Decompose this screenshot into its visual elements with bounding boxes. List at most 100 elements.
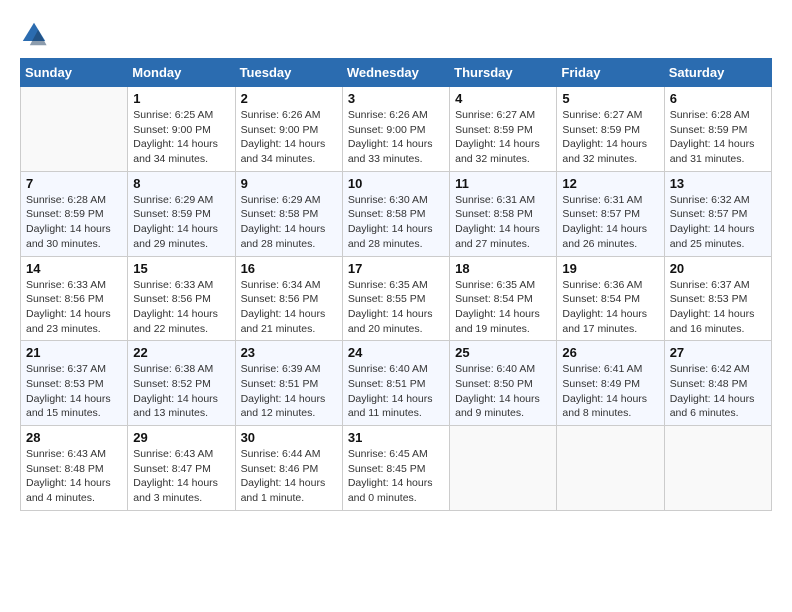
day-number: 23 [241,345,337,360]
calendar-cell: 10 Sunrise: 6:30 AMSunset: 8:58 PMDayligh… [342,171,449,256]
day-info: Sunrise: 6:42 AMSunset: 8:48 PMDaylight:… [670,362,766,421]
day-number: 17 [348,261,444,276]
day-number: 5 [562,91,658,106]
day-info: Sunrise: 6:37 AMSunset: 8:53 PMDaylight:… [26,362,122,421]
calendar-cell: 26 Sunrise: 6:41 AMSunset: 8:49 PMDayligh… [557,341,664,426]
calendar-cell: 11 Sunrise: 6:31 AMSunset: 8:58 PMDayligh… [450,171,557,256]
calendar-cell: 20 Sunrise: 6:37 AMSunset: 8:53 PMDayligh… [664,256,771,341]
calendar-cell: 31 Sunrise: 6:45 AMSunset: 8:45 PMDayligh… [342,426,449,511]
calendar-cell: 17 Sunrise: 6:35 AMSunset: 8:55 PMDayligh… [342,256,449,341]
day-info: Sunrise: 6:29 AMSunset: 8:58 PMDaylight:… [241,193,337,252]
day-info: Sunrise: 6:31 AMSunset: 8:58 PMDaylight:… [455,193,551,252]
day-number: 14 [26,261,122,276]
calendar-cell: 30 Sunrise: 6:44 AMSunset: 8:46 PMDayligh… [235,426,342,511]
calendar-cell: 8Sunrise: 6:29 AMSunset: 8:59 PMDaylight… [128,171,235,256]
calendar-table: SundayMondayTuesdayWednesdayThursdayFrid… [20,58,772,511]
day-info: Sunrise: 6:33 AMSunset: 8:56 PMDaylight:… [26,278,122,337]
day-number: 11 [455,176,551,191]
calendar-cell: 29 Sunrise: 6:43 AMSunset: 8:47 PMDayligh… [128,426,235,511]
day-info: Sunrise: 6:32 AMSunset: 8:57 PMDaylight:… [670,193,766,252]
calendar-cell [557,426,664,511]
calendar-cell [21,87,128,172]
calendar-cell: 12 Sunrise: 6:31 AMSunset: 8:57 PMDayligh… [557,171,664,256]
calendar-cell: 21 Sunrise: 6:37 AMSunset: 8:53 PMDayligh… [21,341,128,426]
day-number: 29 [133,430,229,445]
day-header-monday: Monday [128,59,235,87]
day-info: Sunrise: 6:28 AMSunset: 8:59 PMDaylight:… [26,193,122,252]
calendar-cell: 5 Sunrise: 6:27 AMSunset: 8:59 PMDaylight… [557,87,664,172]
calendar-cell: 22 Sunrise: 6:38 AMSunset: 8:52 PMDayligh… [128,341,235,426]
day-info: Sunrise: 6:26 AMSunset: 9:00 PMDaylight:… [348,108,444,167]
calendar-cell [664,426,771,511]
calendar-cell: 3 Sunrise: 6:26 AMSunset: 9:00 PMDaylight… [342,87,449,172]
day-number: 28 [26,430,122,445]
day-info: Sunrise: 6:27 AMSunset: 8:59 PMDaylight:… [562,108,658,167]
day-number: 3 [348,91,444,106]
day-number: 8 [133,176,229,191]
day-header-wednesday: Wednesday [342,59,449,87]
calendar-cell: 9 Sunrise: 6:29 AMSunset: 8:58 PMDaylight… [235,171,342,256]
day-number: 22 [133,345,229,360]
day-number: 12 [562,176,658,191]
calendar-cell: 4 Sunrise: 6:27 AMSunset: 8:59 PMDaylight… [450,87,557,172]
calendar-cell: 2Sunrise: 6:26 AMSunset: 9:00 PMDaylight… [235,87,342,172]
day-number: 13 [670,176,766,191]
calendar-cell: 23 Sunrise: 6:39 AMSunset: 8:51 PMDayligh… [235,341,342,426]
day-number: 20 [670,261,766,276]
day-number: 31 [348,430,444,445]
calendar-cell: 28Sunrise: 6:43 AMSunset: 8:48 PMDayligh… [21,426,128,511]
day-info: Sunrise: 6:43 AMSunset: 8:47 PMDaylight:… [133,447,229,506]
calendar-cell: 1 Sunrise: 6:25 AMSunset: 9:00 PMDaylight… [128,87,235,172]
calendar-cell: 13 Sunrise: 6:32 AMSunset: 8:57 PMDayligh… [664,171,771,256]
calendar-cell: 16 Sunrise: 6:34 AMSunset: 8:56 PMDayligh… [235,256,342,341]
day-info: Sunrise: 6:40 AMSunset: 8:51 PMDaylight:… [348,362,444,421]
calendar-cell: 6 Sunrise: 6:28 AMSunset: 8:59 PMDaylight… [664,87,771,172]
logo [20,20,52,48]
day-header-friday: Friday [557,59,664,87]
day-number: 7 [26,176,122,191]
day-info: Sunrise: 6:45 AMSunset: 8:45 PMDaylight:… [348,447,444,506]
calendar-cell: 24Sunrise: 6:40 AMSunset: 8:51 PMDayligh… [342,341,449,426]
day-info: Sunrise: 6:39 AMSunset: 8:51 PMDaylight:… [241,362,337,421]
calendar-cell: 19 Sunrise: 6:36 AMSunset: 8:54 PMDayligh… [557,256,664,341]
day-info: Sunrise: 6:27 AMSunset: 8:59 PMDaylight:… [455,108,551,167]
day-header-saturday: Saturday [664,59,771,87]
day-info: Sunrise: 6:44 AMSunset: 8:46 PMDaylight:… [241,447,337,506]
day-number: 21 [26,345,122,360]
day-number: 6 [670,91,766,106]
day-number: 15 [133,261,229,276]
day-info: Sunrise: 6:35 AMSunset: 8:55 PMDaylight:… [348,278,444,337]
day-number: 19 [562,261,658,276]
day-number: 27 [670,345,766,360]
day-info: Sunrise: 6:30 AMSunset: 8:58 PMDaylight:… [348,193,444,252]
day-info: Sunrise: 6:25 AMSunset: 9:00 PMDaylight:… [133,108,229,167]
day-number: 1 [133,91,229,106]
day-info: Sunrise: 6:26 AMSunset: 9:00 PMDaylight:… [241,108,337,167]
day-header-sunday: Sunday [21,59,128,87]
calendar-cell: 18 Sunrise: 6:35 AMSunset: 8:54 PMDayligh… [450,256,557,341]
day-number: 26 [562,345,658,360]
day-info: Sunrise: 6:36 AMSunset: 8:54 PMDaylight:… [562,278,658,337]
calendar-cell: 7 Sunrise: 6:28 AMSunset: 8:59 PMDaylight… [21,171,128,256]
day-number: 10 [348,176,444,191]
day-info: Sunrise: 6:37 AMSunset: 8:53 PMDaylight:… [670,278,766,337]
day-info: Sunrise: 6:34 AMSunset: 8:56 PMDaylight:… [241,278,337,337]
day-header-thursday: Thursday [450,59,557,87]
day-number: 4 [455,91,551,106]
day-number: 16 [241,261,337,276]
day-info: Sunrise: 6:35 AMSunset: 8:54 PMDaylight:… [455,278,551,337]
day-header-tuesday: Tuesday [235,59,342,87]
day-info: Sunrise: 6:38 AMSunset: 8:52 PMDaylight:… [133,362,229,421]
day-info: Sunrise: 6:31 AMSunset: 8:57 PMDaylight:… [562,193,658,252]
calendar-cell: 15Sunrise: 6:33 AMSunset: 8:56 PMDayligh… [128,256,235,341]
day-number: 9 [241,176,337,191]
calendar-cell [450,426,557,511]
day-number: 30 [241,430,337,445]
calendar-cell: 25Sunrise: 6:40 AMSunset: 8:50 PMDayligh… [450,341,557,426]
calendar-cell: 27 Sunrise: 6:42 AMSunset: 8:48 PMDayligh… [664,341,771,426]
day-info: Sunrise: 6:41 AMSunset: 8:49 PMDaylight:… [562,362,658,421]
day-info: Sunrise: 6:40 AMSunset: 8:50 PMDaylight:… [455,362,551,421]
day-info: Sunrise: 6:28 AMSunset: 8:59 PMDaylight:… [670,108,766,167]
calendar-cell: 14 Sunrise: 6:33 AMSunset: 8:56 PMDayligh… [21,256,128,341]
day-number: 18 [455,261,551,276]
